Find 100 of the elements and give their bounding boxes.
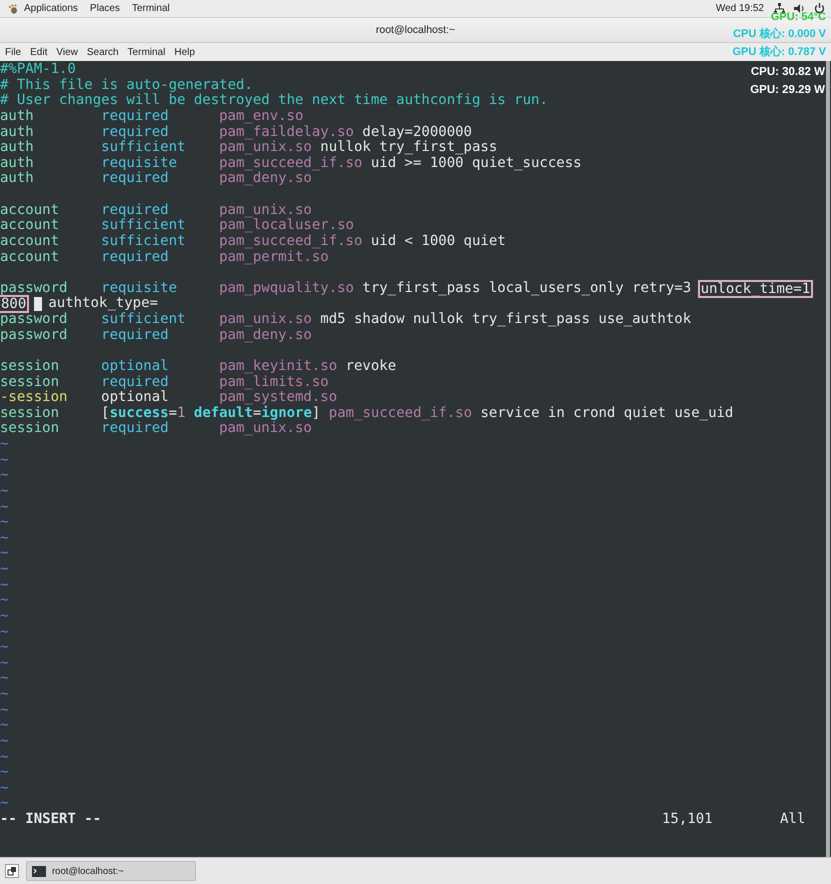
module-type-text: session bbox=[0, 406, 60, 421]
control-flag-text: optional bbox=[101, 358, 170, 374]
menu-item[interactable]: View bbox=[56, 46, 78, 58]
argument-text: service in crond quiet use_uid bbox=[480, 406, 734, 422]
mode-indicator: -- INSERT -- bbox=[0, 812, 102, 828]
volume-icon[interactable] bbox=[794, 3, 805, 14]
module-name-text: pam_limits.so bbox=[219, 374, 329, 390]
module-name-text: pam_unix.so bbox=[219, 312, 312, 328]
show-desktop-icon[interactable] bbox=[5, 864, 19, 878]
module-type-text: account bbox=[0, 234, 60, 250]
module-name-text: pam_succeed_if.so bbox=[328, 406, 472, 422]
tilde-marker: ~ bbox=[0, 796, 8, 812]
module-name-text: pam_systemd.so bbox=[219, 390, 338, 406]
window-title: root@localhost:~ bbox=[376, 24, 456, 36]
comment-text: #%PAM-1.0 bbox=[0, 62, 76, 78]
network-icon[interactable] bbox=[774, 3, 785, 14]
module-type-text: password bbox=[0, 312, 68, 328]
control-flag-text: required bbox=[101, 250, 170, 266]
monitor-reading: CPU: 30.82 W bbox=[750, 66, 825, 78]
control-flag-text: requisite bbox=[101, 156, 178, 171]
control-flag-text: sufficient bbox=[101, 234, 186, 250]
module-name-text: pam_deny.so bbox=[219, 328, 312, 344]
panel-menu[interactable]: Applications bbox=[24, 2, 78, 14]
tilde-marker: ~ bbox=[0, 562, 8, 578]
scroll-position: All bbox=[780, 812, 806, 828]
scrollbar[interactable] bbox=[826, 61, 830, 857]
module-type-text: auth bbox=[0, 108, 35, 124]
tilde-marker: ~ bbox=[0, 484, 8, 500]
menu-item[interactable]: Help bbox=[174, 46, 195, 58]
control-flag-text: [success=1 default=ignore] bbox=[101, 406, 320, 421]
tilde-marker: ~ bbox=[0, 546, 8, 562]
module-name-text: pam_pwquality.so bbox=[219, 280, 354, 296]
module-name-text: pam_env.so bbox=[219, 108, 304, 124]
module-type-text: auth bbox=[0, 171, 35, 187]
module-type-text: account bbox=[0, 250, 60, 266]
module-type-text: session bbox=[0, 374, 60, 390]
argument-text: try_first_pass local_users_only retry=3 bbox=[362, 280, 692, 296]
argument-text: uid < 1000 quiet bbox=[370, 234, 506, 250]
module-type-text: auth bbox=[0, 124, 35, 140]
control-flag-text: optional bbox=[101, 390, 170, 406]
control-flag-text: required bbox=[101, 328, 170, 344]
tilde-marker: ~ bbox=[0, 500, 8, 516]
panel-menu[interactable]: Places bbox=[90, 2, 120, 14]
argument-text: nullok try_first_pass bbox=[320, 140, 498, 156]
module-name-text: pam_unix.so bbox=[219, 421, 312, 437]
monitor-reading: CPU 核心: 0.000 V bbox=[733, 28, 826, 40]
tilde-marker: ~ bbox=[0, 624, 8, 640]
control-flag-text: required bbox=[101, 374, 170, 390]
tilde-marker: ~ bbox=[0, 718, 8, 734]
menu-item[interactable]: Terminal bbox=[128, 46, 166, 58]
tilde-marker: ~ bbox=[0, 671, 8, 687]
module-type-text: password bbox=[0, 328, 68, 344]
power-icon[interactable] bbox=[814, 3, 825, 14]
menu-item[interactable]: File bbox=[5, 46, 22, 58]
taskbar-button[interactable]: root@localhost:~ bbox=[26, 861, 196, 881]
module-type-text: -session bbox=[0, 390, 68, 406]
clock[interactable]: Wed 19:52 bbox=[716, 3, 764, 14]
argument-text: md5 shadow nullok try_first_pass use_authtok bbox=[320, 312, 692, 328]
module-name-text: pam_unix.so bbox=[219, 140, 312, 156]
control-flag-text: required bbox=[101, 171, 170, 187]
tilde-marker: ~ bbox=[0, 640, 8, 656]
tilde-marker: ~ bbox=[0, 578, 8, 594]
module-name-text: pam_deny.so bbox=[219, 171, 312, 187]
tilde-marker: ~ bbox=[0, 750, 8, 766]
module-type-text: session bbox=[0, 421, 60, 437]
cursor-position: 15,101 bbox=[662, 812, 714, 828]
terminal-icon bbox=[32, 866, 46, 876]
monitor-reading: GPU: 29.29 W bbox=[750, 84, 825, 96]
tilde-marker: ~ bbox=[0, 780, 8, 796]
control-flag-text: sufficient bbox=[101, 312, 186, 328]
module-type-text: account bbox=[0, 202, 60, 218]
module-name-text: pam_keyinit.so bbox=[219, 358, 338, 374]
tilde-marker: ~ bbox=[0, 437, 8, 453]
tilde-marker: ~ bbox=[0, 515, 8, 531]
control-flag-text: sufficient bbox=[101, 140, 186, 156]
tilde-marker: ~ bbox=[0, 656, 8, 672]
module-name-text: pam_succeed_if.so bbox=[219, 156, 362, 172]
argument-text: authtok_type= bbox=[48, 296, 158, 312]
panel-menu[interactable]: Terminal bbox=[132, 2, 170, 14]
tilde-marker: ~ bbox=[0, 734, 8, 750]
foot-icon[interactable] bbox=[8, 4, 18, 14]
module-type-text: account bbox=[0, 218, 60, 234]
menu-item[interactable]: Search bbox=[86, 46, 119, 58]
comment-text: # User changes will be destroyed the next time authconfig is run. bbox=[0, 93, 548, 109]
menu-item[interactable]: Edit bbox=[30, 46, 48, 58]
control-flag-text: required bbox=[101, 124, 170, 140]
module-type-text: session bbox=[0, 358, 60, 374]
tilde-marker: ~ bbox=[0, 530, 8, 546]
argument-text: delay=2000000 bbox=[362, 124, 472, 140]
tilde-marker: ~ bbox=[0, 702, 8, 718]
argument-text: revoke bbox=[346, 358, 396, 374]
comment-text: # This file is auto-generated. bbox=[0, 78, 253, 93]
module-type-text: password bbox=[0, 280, 68, 296]
module-name-text: pam_permit.so bbox=[219, 250, 329, 266]
control-flag-text: required bbox=[101, 202, 170, 218]
control-flag-text: required bbox=[101, 108, 170, 124]
monitor-reading: GPU 核心: 0.787 V bbox=[732, 46, 826, 58]
highlighted-argument: 800 bbox=[0, 297, 28, 312]
module-name-text: pam_faildelay.so bbox=[219, 124, 354, 140]
control-flag-text: sufficient bbox=[101, 218, 186, 234]
